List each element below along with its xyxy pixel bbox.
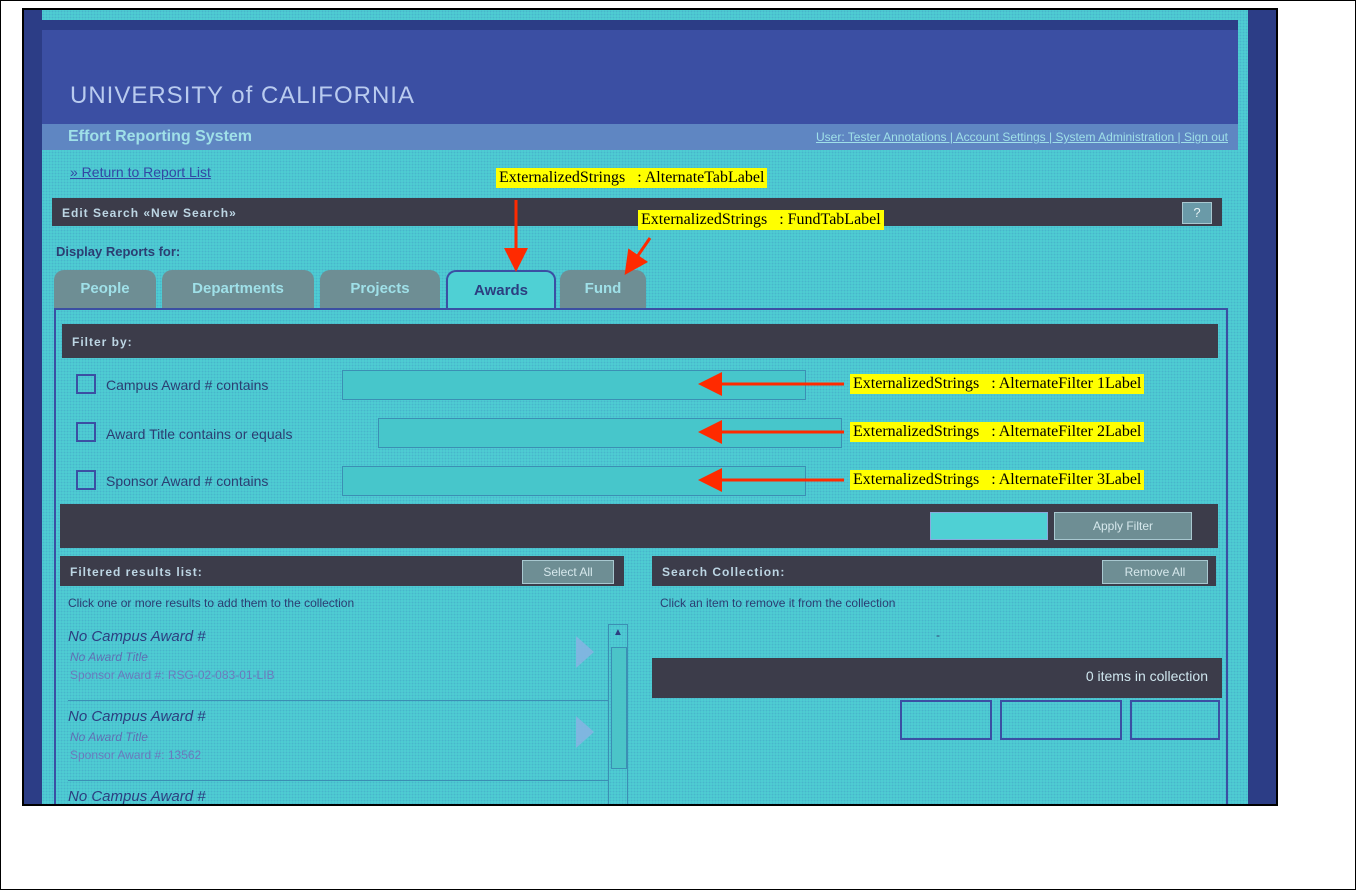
- filter-action-bar: Apply Filter: [60, 504, 1218, 548]
- result-item[interactable]: No Campus Award #: [68, 782, 608, 805]
- collection-action-button[interactable]: [1130, 700, 1220, 740]
- tab-people[interactable]: People: [54, 270, 156, 308]
- award-title-label: Award Title contains or equals: [106, 426, 293, 442]
- scroll-up-arrow-icon[interactable]: ▲: [613, 627, 623, 638]
- result-campus-award: No Campus Award #: [68, 708, 206, 725]
- edit-search-title: Edit Search «New Search»: [62, 206, 237, 220]
- filtered-results-bar: Filtered results list: Select All: [60, 556, 624, 586]
- filter-by-bar: Filter by:: [62, 324, 1218, 358]
- filter-apply-input[interactable]: [930, 512, 1048, 540]
- apply-filter-button[interactable]: Apply Filter: [1054, 512, 1192, 540]
- results-scrollbar[interactable]: ▲: [608, 624, 628, 804]
- results-hint: Click one or more results to add them to…: [68, 596, 355, 610]
- result-item[interactable]: No Campus Award # No Award Title Sponsor…: [68, 622, 608, 701]
- add-to-collection-arrow-icon[interactable]: [576, 716, 594, 748]
- sponsor-award-input[interactable]: [342, 466, 806, 496]
- university-title: UNIVERSITY of CALIFORNIA: [70, 82, 415, 109]
- right-border: [1248, 10, 1276, 804]
- result-sponsor-award: Sponsor Award #: 13562: [70, 748, 202, 762]
- scrollbar-thumb[interactable]: [611, 647, 627, 769]
- result-sponsor-award: Sponsor Award #: RSG-02-083-01-LIB: [70, 668, 275, 682]
- tab-awards[interactable]: Awards: [446, 270, 556, 310]
- search-collection-title: Search Collection:: [662, 565, 786, 579]
- system-name: Effort Reporting System: [68, 128, 253, 145]
- display-reports-label: Display Reports for:: [56, 244, 181, 259]
- campus-award-input[interactable]: [342, 370, 806, 400]
- system-bar: Effort Reporting System User: Tester Ann…: [42, 124, 1238, 150]
- search-collection-bar: Search Collection: Remove All: [652, 556, 1216, 586]
- select-all-button[interactable]: Select All: [522, 560, 614, 584]
- result-item[interactable]: No Campus Award # No Award Title Sponsor…: [68, 702, 608, 781]
- collection-count-bar: 0 items in collection: [652, 658, 1222, 698]
- edit-search-bar: Edit Search «New Search» ?: [52, 198, 1222, 226]
- tab-projects[interactable]: Projects: [320, 270, 440, 308]
- award-title-checkbox[interactable]: [76, 422, 96, 442]
- left-border: [24, 10, 42, 804]
- collection-count: 0 items in collection: [1085, 668, 1208, 684]
- screenshot-frame: UNIVERSITY of CALIFORNIA Effort Reportin…: [22, 8, 1278, 806]
- annotation-alternate-filter-2-label: ExternalizedStrings : AlternateFilter 2L…: [850, 422, 1145, 442]
- add-to-collection-arrow-icon[interactable]: [576, 636, 594, 668]
- collection-action-button[interactable]: [900, 700, 992, 740]
- result-award-title: No Award Title: [70, 650, 148, 664]
- tab-departments[interactable]: Departments: [162, 270, 314, 308]
- sponsor-award-label: Sponsor Award # contains: [106, 473, 269, 489]
- app-screenshot: UNIVERSITY of CALIFORNIA Effort Reportin…: [24, 10, 1276, 804]
- result-campus-award: No Campus Award #: [68, 628, 206, 645]
- collection-placeholder: -: [936, 628, 940, 642]
- annotation-alternate-tab-label: ExternalizedStrings : AlternateTabLabel: [496, 168, 768, 188]
- filter-by-title: Filter by:: [72, 335, 133, 349]
- annotation-alternate-filter-1-label: ExternalizedStrings : AlternateFilter 1L…: [850, 374, 1145, 394]
- app-header: UNIVERSITY of CALIFORNIA Effort Reportin…: [42, 20, 1238, 150]
- campus-award-checkbox[interactable]: [76, 374, 96, 394]
- return-to-report-list-link[interactable]: » Return to Report List: [70, 164, 211, 180]
- annotation-alternate-filter-3-label: ExternalizedStrings : AlternateFilter 3L…: [850, 470, 1145, 490]
- result-award-title: No Award Title: [70, 730, 148, 744]
- annotation-fund-tab-label: ExternalizedStrings : FundTabLabel: [638, 210, 884, 230]
- fund-tab-arrow: [624, 237, 652, 275]
- campus-award-label: Campus Award # contains: [106, 377, 269, 393]
- remove-all-button[interactable]: Remove All: [1102, 560, 1208, 584]
- header-strip: [42, 20, 1238, 30]
- result-campus-award: No Campus Award #: [68, 788, 206, 805]
- account-links[interactable]: User: Tester Annotations | Account Setti…: [816, 130, 1228, 144]
- filtered-results-title: Filtered results list:: [70, 565, 203, 579]
- help-button[interactable]: ?: [1182, 202, 1212, 224]
- tab-fund[interactable]: Fund: [560, 270, 646, 308]
- collection-action-button[interactable]: [1000, 700, 1122, 740]
- sponsor-award-checkbox[interactable]: [76, 470, 96, 490]
- collection-hint: Click an item to remove it from the coll…: [660, 596, 896, 610]
- award-title-input[interactable]: [378, 418, 842, 448]
